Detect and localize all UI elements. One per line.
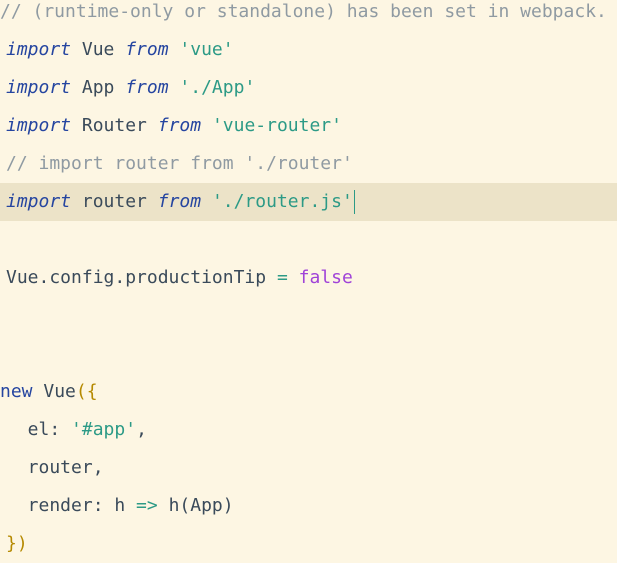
code-token-kw: import	[6, 77, 72, 98]
code-line-13[interactable]: router,	[6, 449, 617, 487]
code-token-str: './App'	[179, 77, 256, 98]
code-token-ident: router,	[6, 457, 104, 478]
code-line-5[interactable]: // import router from './router'	[6, 145, 617, 183]
code-line-12[interactable]: el: '#app',	[6, 411, 617, 449]
code-token-comment: // (runtime-only or standalone) has been…	[0, 1, 607, 22]
code-token-kw: from	[125, 39, 169, 60]
code-token-ident	[201, 115, 212, 136]
text-caret	[353, 190, 355, 214]
code-token-kw: from	[125, 77, 169, 98]
code-token-punct: })	[6, 533, 28, 554]
code-token-ident: Router	[71, 115, 158, 136]
code-token-str: 'vue'	[179, 39, 234, 60]
code-token-new: new	[0, 381, 33, 402]
code-token-bool: false	[298, 267, 353, 288]
code-line-1[interactable]: // (runtime-only or standalone) has been…	[0, 0, 617, 31]
code-token-str: './router.js'	[211, 191, 353, 212]
code-token-kw: import	[6, 115, 72, 136]
code-token-op: =	[276, 267, 288, 288]
code-token-ident: App	[71, 77, 126, 98]
code-line-11[interactable]: new Vue({	[0, 373, 617, 411]
code-line-15[interactable]: })	[6, 525, 617, 563]
code-token-op: =>	[136, 495, 158, 516]
code-token-ident: h(App)	[157, 495, 234, 516]
code-token-kw: from	[157, 115, 202, 136]
code-editor[interactable]: // (runtime-only or standalone) has been…	[0, 0, 617, 563]
code-token-ident: Vue.config.productionTip	[6, 267, 277, 288]
code-token-ident: router	[71, 191, 158, 212]
code-token-ident: ,	[136, 419, 147, 440]
code-token-comment: // import router from './router'	[6, 153, 353, 174]
code-line-6-active[interactable]: import router from './router.js'	[0, 183, 617, 221]
code-token-ident: render: h	[6, 495, 137, 516]
code-token-kw: import	[6, 39, 72, 60]
code-line-10[interactable]	[6, 335, 617, 373]
code-token-ident: Vue	[32, 381, 76, 402]
code-line-2[interactable]: import Vue from 'vue'	[6, 31, 617, 69]
code-token-ident	[169, 77, 180, 98]
code-line-14[interactable]: render: h => h(App)	[6, 487, 617, 525]
code-token-ident: Vue	[71, 39, 126, 60]
code-line-9[interactable]	[6, 297, 617, 335]
code-line-4[interactable]: import Router from 'vue-router'	[6, 107, 617, 145]
code-token-kw: from	[157, 191, 202, 212]
code-token-punct: ({	[75, 381, 98, 402]
code-token-ident	[169, 39, 180, 60]
code-token-ident	[201, 191, 212, 212]
code-token-str: '#app'	[71, 419, 137, 440]
code-token-ident: el:	[6, 419, 72, 440]
code-line-3[interactable]: import App from './App'	[6, 69, 617, 107]
code-token-kw: import	[6, 191, 72, 212]
code-token-str: 'vue-router'	[211, 115, 342, 136]
code-token-ident	[288, 267, 299, 288]
code-line-7[interactable]	[6, 221, 617, 259]
code-line-8[interactable]: Vue.config.productionTip = false	[6, 259, 617, 297]
